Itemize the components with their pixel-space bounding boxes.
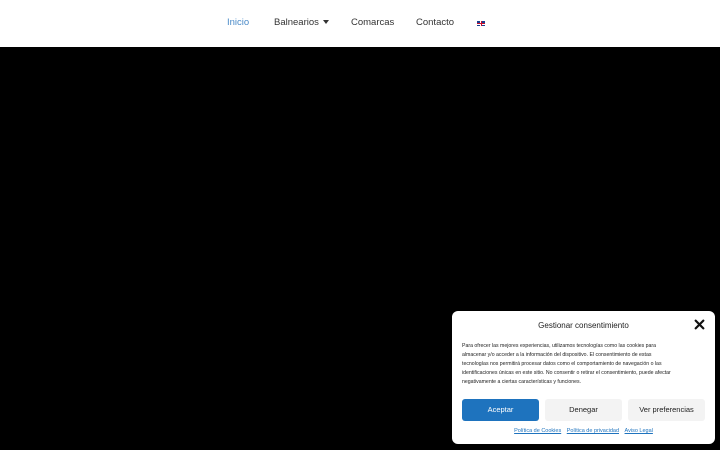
nav-item-balnearios-label: Balnearios bbox=[274, 17, 319, 28]
nav-item-comarcas[interactable]: Comarcas bbox=[351, 17, 394, 28]
close-icon[interactable] bbox=[694, 319, 705, 330]
legal-notice-link[interactable]: Aviso Legal bbox=[625, 428, 653, 434]
nav-item-balnearios[interactable]: Balnearios bbox=[274, 17, 329, 28]
consent-message-line: tecnologías nos permitirá procesar datos… bbox=[462, 361, 662, 367]
cookie-consent-dialog: Gestionar consentimiento Para ofrecer la… bbox=[452, 311, 715, 444]
site-header: Inicio Balnearios Comarcas Contacto bbox=[0, 0, 720, 47]
deny-button[interactable]: Denegar bbox=[545, 399, 622, 421]
consent-message-line: Para ofrecer las mejores experiencias, u… bbox=[462, 343, 657, 349]
main-nav: Inicio Balnearios Comarcas Contacto bbox=[0, 0, 720, 47]
cookie-policy-link[interactable]: Política de Cookies bbox=[514, 428, 561, 434]
consent-message: Para ofrecer las mejores experiencias, u… bbox=[462, 342, 705, 387]
consent-message-line: negativamente a ciertas características … bbox=[462, 379, 582, 385]
accept-button[interactable]: Aceptar bbox=[462, 399, 539, 421]
consent-links: Política de Cookies Política de privacid… bbox=[452, 428, 715, 434]
privacy-policy-link[interactable]: Política de privacidad bbox=[567, 428, 619, 434]
chevron-down-icon bbox=[322, 20, 329, 25]
consent-title: Gestionar consentimiento bbox=[538, 321, 629, 330]
nav-item-contacto[interactable]: Contacto bbox=[416, 17, 454, 28]
uk-flag-icon[interactable] bbox=[477, 21, 485, 26]
consent-message-line: identificaciones únicas en este sitio. N… bbox=[462, 370, 671, 376]
view-preferences-button[interactable]: Ver preferencias bbox=[628, 399, 705, 421]
nav-item-inicio[interactable]: Inicio bbox=[227, 17, 249, 28]
consent-message-line: almacenar y/o acceder a la información d… bbox=[462, 352, 652, 358]
